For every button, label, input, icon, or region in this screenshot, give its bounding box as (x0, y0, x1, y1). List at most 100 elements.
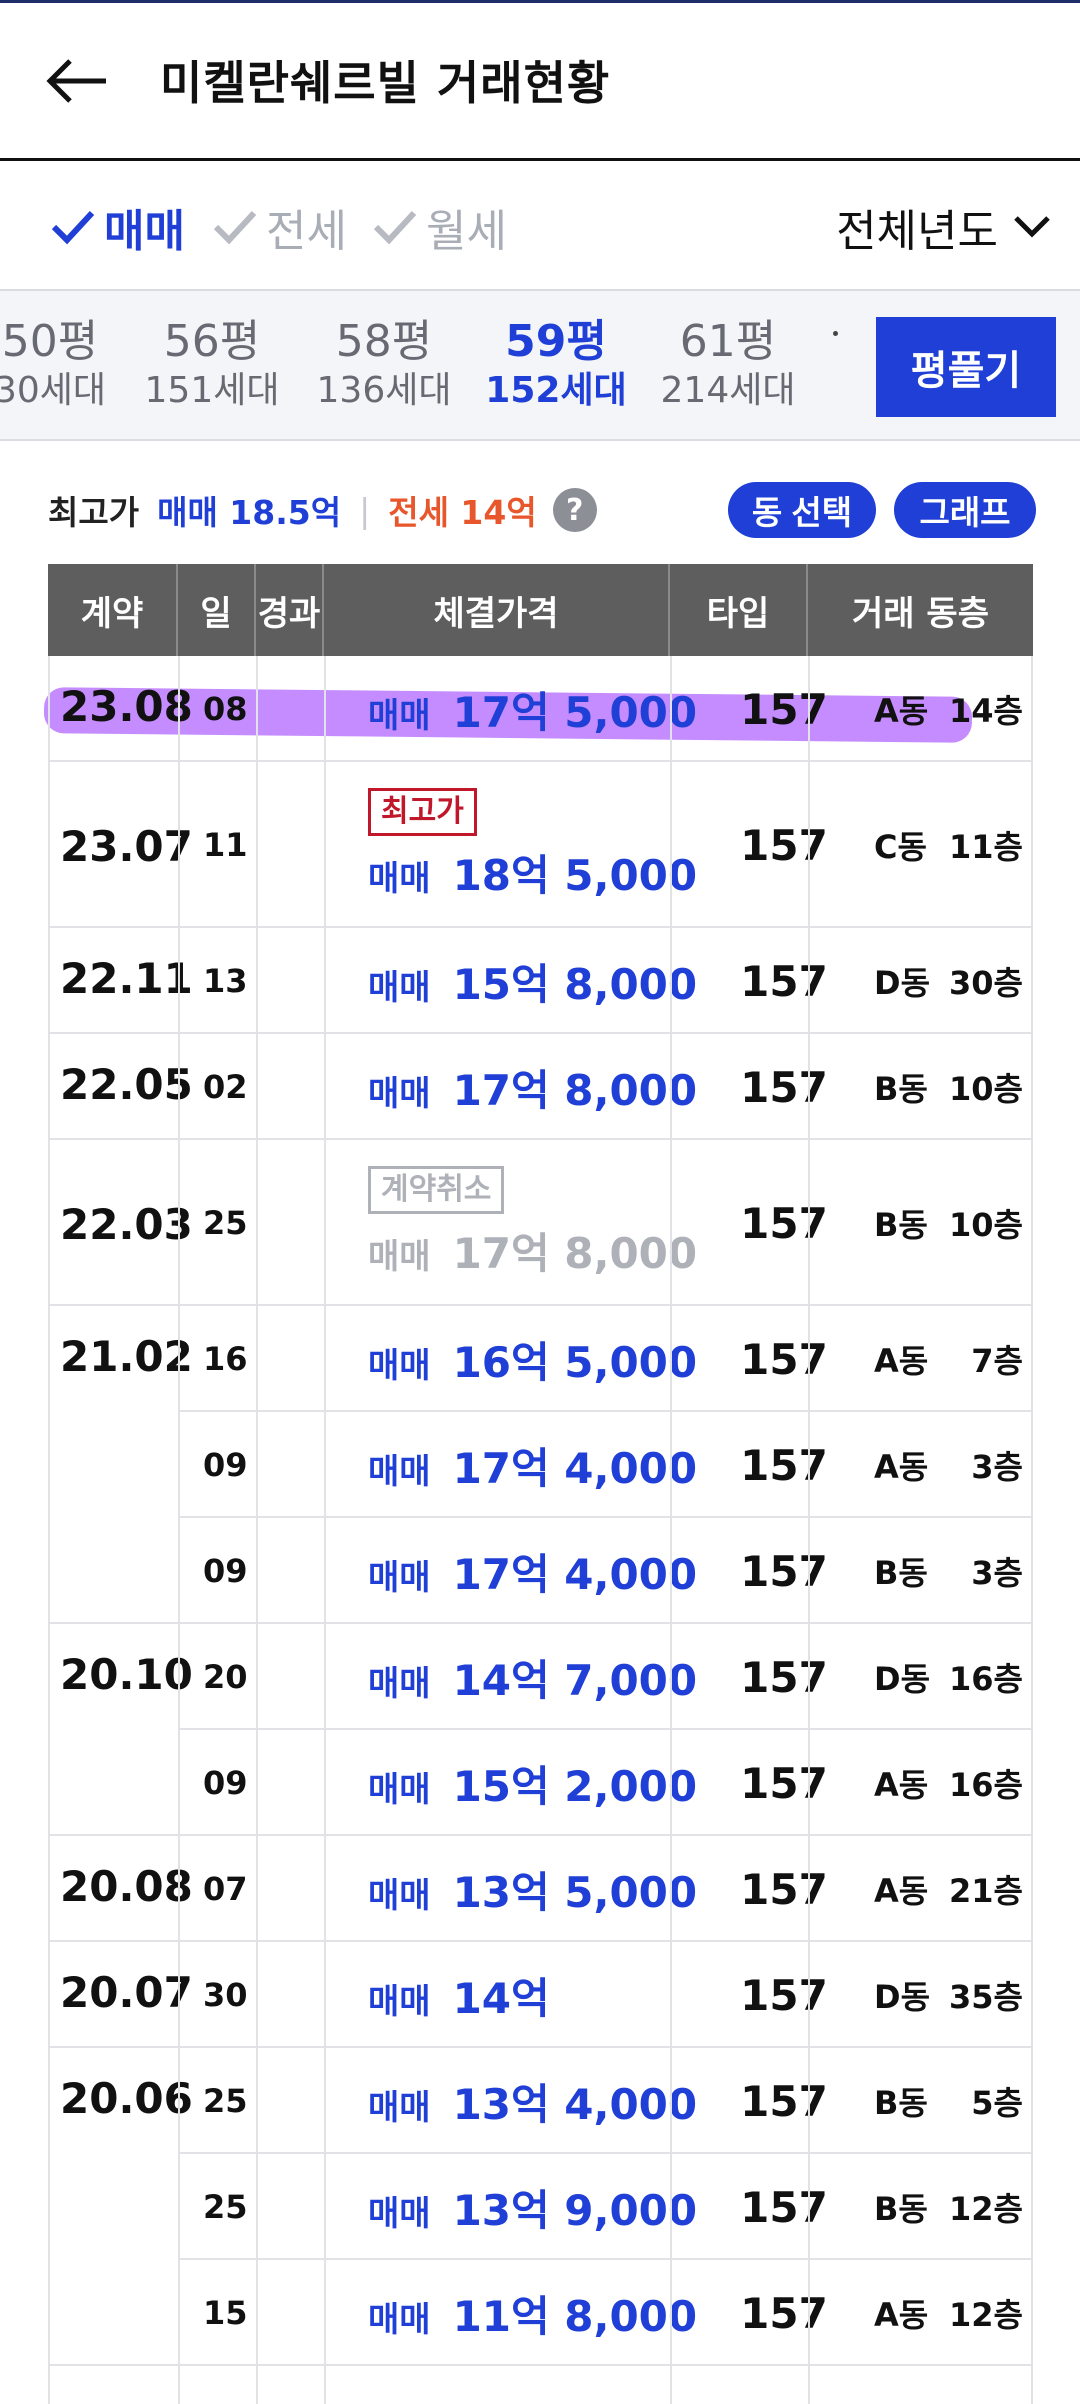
grid-line (256, 656, 258, 2404)
contract-day: 30 (203, 1976, 248, 2014)
floor: 10층 (949, 1070, 1023, 1108)
contract-month: 22.03 (60, 1200, 193, 1249)
table-row[interactable]: 15 매매 11억 8,000 157 A동 12층 (48, 2260, 1033, 2366)
expand-pyeong-button[interactable]: 평풀기 (876, 317, 1056, 417)
price-cell: 매매 17억 8,000 (368, 1034, 708, 1140)
deal-price: 17억 8,000 (452, 1065, 698, 1115)
filter-jeonse[interactable]: 전세 (212, 197, 347, 257)
grid-line (48, 1622, 1033, 1624)
year-dropdown-label: 전체년도 (836, 206, 998, 257)
unit-type: 157 (740, 1970, 828, 2020)
col-elapsed: 경과 (256, 564, 324, 656)
deal-price: 18억 5,000 (452, 850, 698, 900)
floor: 21층 (949, 1872, 1023, 1910)
tab-units: 136세대 (316, 370, 452, 411)
back-button[interactable] (44, 43, 114, 119)
contract-month: 20.06 (60, 2074, 193, 2123)
deal-price: 13억 5,000 (452, 1867, 698, 1917)
unit-type: 157 (740, 1334, 828, 1384)
table-row[interactable]: 23.08 08 매매 17억 5,000 157 A동 14층 (43, 656, 1033, 762)
price-line: 매매 15억 8,000 (368, 951, 697, 1012)
price-cell: 최고가 매매 18억 5,000 (368, 762, 708, 928)
grid-line (48, 926, 1033, 928)
deal-kind: 매매 (368, 1345, 431, 1386)
deal-kind: 매매 (368, 695, 431, 736)
deal-kind: 매매 (368, 1981, 431, 2022)
deal-price: 15억 2,000 (452, 1761, 698, 1811)
table-row[interactable]: 23.07 11 최고가 매매 18억 5,000 157 C동 11층 (48, 762, 1033, 928)
deal-price: 17억 4,000 (452, 1549, 698, 1599)
contract-month: 22.11 (60, 954, 193, 1003)
table-row[interactable]: 09 매매 17억 4,000 157 A동 3층 (48, 1412, 1033, 1518)
check-icon (51, 210, 95, 245)
tab-size: 56평 (163, 316, 261, 367)
tab-units: 152세대 (485, 370, 627, 411)
tab-pyeong-56[interactable]: 56평 151세대 (122, 315, 302, 413)
building-dong: B동 (874, 2190, 928, 2228)
table-row[interactable]: 22.11 13 매매 15억 8,000 157 D동 30층 (48, 928, 1033, 1034)
grid-line (48, 2364, 1033, 2366)
unit-type: 157 (740, 820, 828, 870)
contract-month: 23.07 (60, 822, 193, 871)
table-row[interactable]: 09 매매 15억 2,000 157 A동 16층 (48, 1730, 1033, 1836)
grid-line (48, 1138, 1033, 1140)
col-price: 체결가격 (324, 564, 670, 656)
deal-kind: 매매 (368, 2299, 431, 2340)
table-row[interactable]: 22.03 25 계약취소 매매 17억 8,000 157 B동 10층 (48, 1140, 1033, 1306)
tab-pyeong-50[interactable]: 50평 30세대 (0, 315, 140, 413)
filter-wolse[interactable]: 월세 (372, 197, 507, 257)
price-cell: 매매 14억 (368, 1942, 708, 2048)
table-row[interactable]: 20.08 07 매매 13억 5,000 157 A동 21층 (48, 1836, 1033, 1942)
deal-price: 13억 4,000 (452, 2079, 698, 2129)
contract-month: 20.08 (60, 1862, 193, 1911)
grid-line (178, 1728, 1033, 1730)
building-dong: B동 (874, 1554, 928, 1592)
deal-kind: 매매 (368, 1073, 431, 1114)
table-row[interactable]: 09 매매 17억 4,000 157 B동 3층 (48, 1518, 1033, 1624)
table-row[interactable]: 20.07 30 매매 14억 157 D동 35층 (48, 1942, 1033, 2048)
app-header: 미켈란쉐르빌 거래현황 (0, 3, 1080, 161)
year-dropdown[interactable]: 전체년도 (836, 197, 1052, 257)
tab-pyeong-59[interactable]: 59평 152세대 (466, 315, 646, 413)
floor: 11층 (949, 828, 1023, 866)
contract-day: 15 (203, 2294, 248, 2332)
graph-button[interactable]: 그래프 (894, 482, 1036, 538)
check-icon (213, 210, 257, 245)
scroll-dot (833, 331, 838, 336)
filter-sale[interactable]: 매매 (50, 197, 185, 257)
help-icon[interactable]: ? (552, 488, 597, 532)
table-row[interactable]: 21.02 16 매매 16억 5,000 157 A동 7층 (48, 1306, 1033, 1412)
deal-kind: 매매 (368, 967, 431, 1008)
price-line: 매매 17억 8,000 (368, 1220, 697, 1281)
grid-line (324, 656, 326, 2404)
unit-type: 157 (740, 2076, 828, 2126)
price-line: 매매 14억 (368, 1965, 550, 2026)
table-row[interactable]: 20.10 20 매매 14억 7,000 157 D동 16층 (48, 1624, 1033, 1730)
tab-pyeong-58[interactable]: 58평 136세대 (294, 315, 474, 413)
price-line: 매매 17억 4,000 (368, 1435, 697, 1496)
col-day: 일 (178, 564, 256, 656)
tab-pyeong-61[interactable]: 61평 214세대 (638, 315, 818, 413)
floor: 5층 (971, 2084, 1023, 2122)
price-cell: 매매 15억 8,000 (368, 928, 708, 1034)
grid-line (48, 760, 1033, 762)
unit-type: 157 (740, 1652, 828, 1702)
unit-type: 157 (740, 2182, 828, 2232)
price-cell: 매매 11억 8,000 (368, 2260, 708, 2366)
table-row[interactable]: 22.05 02 매매 17억 8,000 157 B동 10층 (48, 1034, 1033, 1140)
deal-price: 14억 (452, 1973, 550, 2023)
table-row[interactable]: 20.06 25 매매 13억 4,000 157 B동 5층 (48, 2048, 1033, 2154)
deal-kind: 매매 (368, 2087, 431, 2128)
contract-month: 20.07 (60, 1968, 193, 2017)
col-contract: 계약 (48, 564, 178, 656)
deal-price: 13억 9,000 (452, 2185, 698, 2235)
grid-line (178, 2258, 1033, 2260)
building-dong: C동 (874, 828, 927, 866)
unit-type: 157 (740, 1864, 828, 1914)
price-cell: 매매 13억 9,000 (368, 2154, 708, 2260)
summary-sale-high: 매매 18.5억 (157, 493, 342, 532)
table-row[interactable]: 25 매매 13억 9,000 157 B동 12층 (48, 2154, 1033, 2260)
summary-jeonse-high: 전세 14억 (388, 493, 537, 532)
price-line: 매매 16억 5,000 (368, 1329, 697, 1390)
dong-select-button[interactable]: 동 선택 (728, 482, 876, 538)
